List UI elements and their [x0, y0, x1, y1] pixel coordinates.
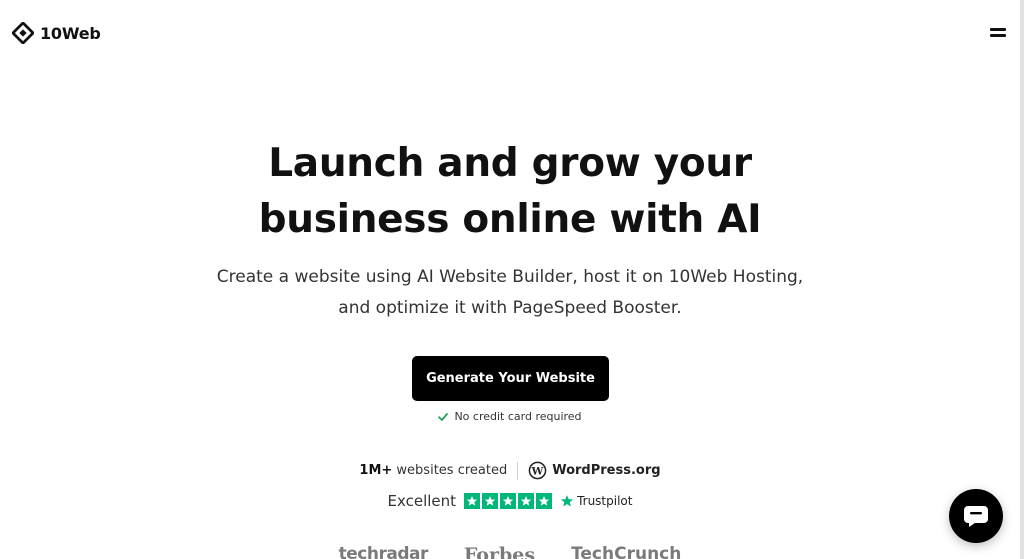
- press-logos: techradar Forbes TechCrunch: [0, 544, 1020, 559]
- wordpress-icon: W: [528, 461, 547, 480]
- star-icon: [464, 493, 481, 509]
- no-credit-card-note: No credit card required: [0, 410, 1020, 423]
- stats-row: 1M+ websites created W WordPress.org: [0, 461, 1020, 480]
- no-credit-card-text: No credit card required: [454, 410, 582, 423]
- hero-subtitle-line-1: Create a website using AI Website Builde…: [216, 267, 804, 287]
- scrollbar-thumb[interactable]: [1020, 0, 1024, 559]
- chat-button[interactable]: [949, 489, 1003, 543]
- trustpilot-logo: Trustpilot: [560, 494, 632, 508]
- 10web-diamond-icon: [12, 22, 34, 44]
- press-logo-techradar: techradar: [338, 544, 429, 559]
- hero-subtitle: Create a website using AI Website Builde…: [0, 262, 1020, 324]
- star-icon: [536, 493, 553, 509]
- wordpress-label: WordPress.org: [552, 463, 661, 478]
- rating-row[interactable]: Excellent Trustpilot: [0, 492, 1020, 510]
- trustpilot-text: Trustpilot: [577, 494, 633, 508]
- hero-subtitle-line-2: and optimize it with PageSpeed Booster.: [338, 298, 682, 318]
- star-icon: [518, 493, 535, 509]
- star-icon: [500, 493, 517, 509]
- trustpilot-star-icon: [560, 495, 574, 507]
- rating-label: Excellent: [387, 492, 457, 510]
- scrollbar-track[interactable]: [1020, 0, 1024, 559]
- websites-count: 1M+: [359, 463, 393, 478]
- generate-website-button[interactable]: Generate Your Website: [412, 356, 609, 401]
- hero-title-line-1: Launch and grow your: [268, 141, 752, 186]
- trustpilot-stars: [464, 493, 553, 509]
- press-logo-techcrunch: TechCrunch: [571, 544, 682, 559]
- star-icon: [482, 493, 499, 509]
- websites-label: websites created: [392, 463, 508, 478]
- logo[interactable]: 10Web: [12, 22, 101, 44]
- chat-bubble-icon: [964, 506, 988, 527]
- hero-title: Launch and grow your business online wit…: [0, 136, 1020, 248]
- hero-title-line-2: business online with AI: [258, 197, 762, 242]
- svg-text:W: W: [531, 465, 544, 477]
- logo-text: 10Web: [40, 23, 101, 43]
- press-logo-forbes: Forbes: [463, 544, 536, 559]
- check-icon: [438, 412, 449, 421]
- wordpress-badge[interactable]: W WordPress.org: [528, 461, 661, 480]
- stats-divider: [517, 461, 519, 480]
- websites-created-stat: 1M+ websites created: [359, 463, 507, 478]
- hamburger-menu-icon[interactable]: [986, 24, 1008, 40]
